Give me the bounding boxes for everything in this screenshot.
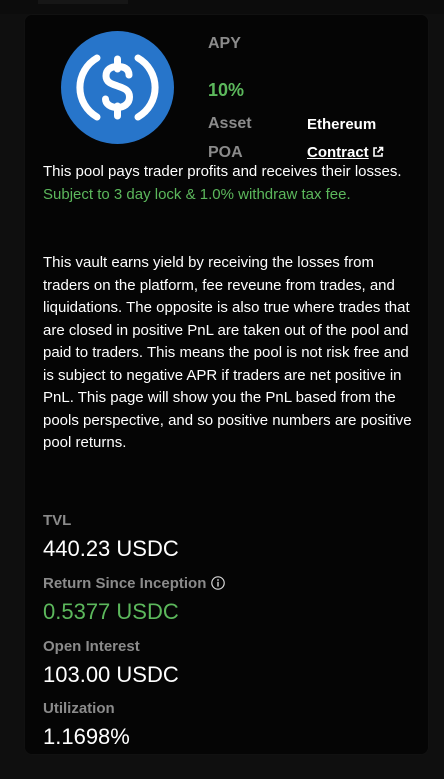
return-since-inception-value: 0.5377 USDC [43,599,179,624]
poa-label: POA [208,144,243,161]
asset-value: Ethereum [307,116,377,133]
tvl-value: 440.23 USDC [43,536,179,561]
utilization-label: Utilization [43,700,115,717]
pool-details: This vault earns yield by receiving the … [43,254,412,451]
pool-summary-intro: This pool pays trader profits and receiv… [43,163,402,180]
contract-link[interactable]: Contract [307,144,384,161]
external-link-icon [372,146,383,157]
info-icon[interactable] [211,576,226,590]
usdc-coin-icon [61,31,174,144]
tvl-label: TVL [43,512,72,529]
top-strip-shadow [38,0,128,4]
apy-label: APY [208,35,241,52]
open-interest-label: Open Interest [43,638,140,655]
return-since-inception-label: Return Since Inception [43,575,226,592]
pool-summary: This pool pays trader profits and receiv… [43,161,415,206]
pool-card: APY 10% Asset Ethereum POA Contract This… [24,14,429,755]
contract-link-label: Contract [307,144,369,161]
pool-terms: Subject to 3 day lock & 1.0% withdraw ta… [43,185,351,203]
apy-value: 10% [208,80,245,100]
utilization-value: 1.1698% [43,724,130,749]
asset-label: Asset [208,115,252,132]
open-interest-value: 103.00 USDC [43,662,179,687]
top-strip [0,0,444,14]
return-label-text: Return Since Inception [43,575,207,592]
